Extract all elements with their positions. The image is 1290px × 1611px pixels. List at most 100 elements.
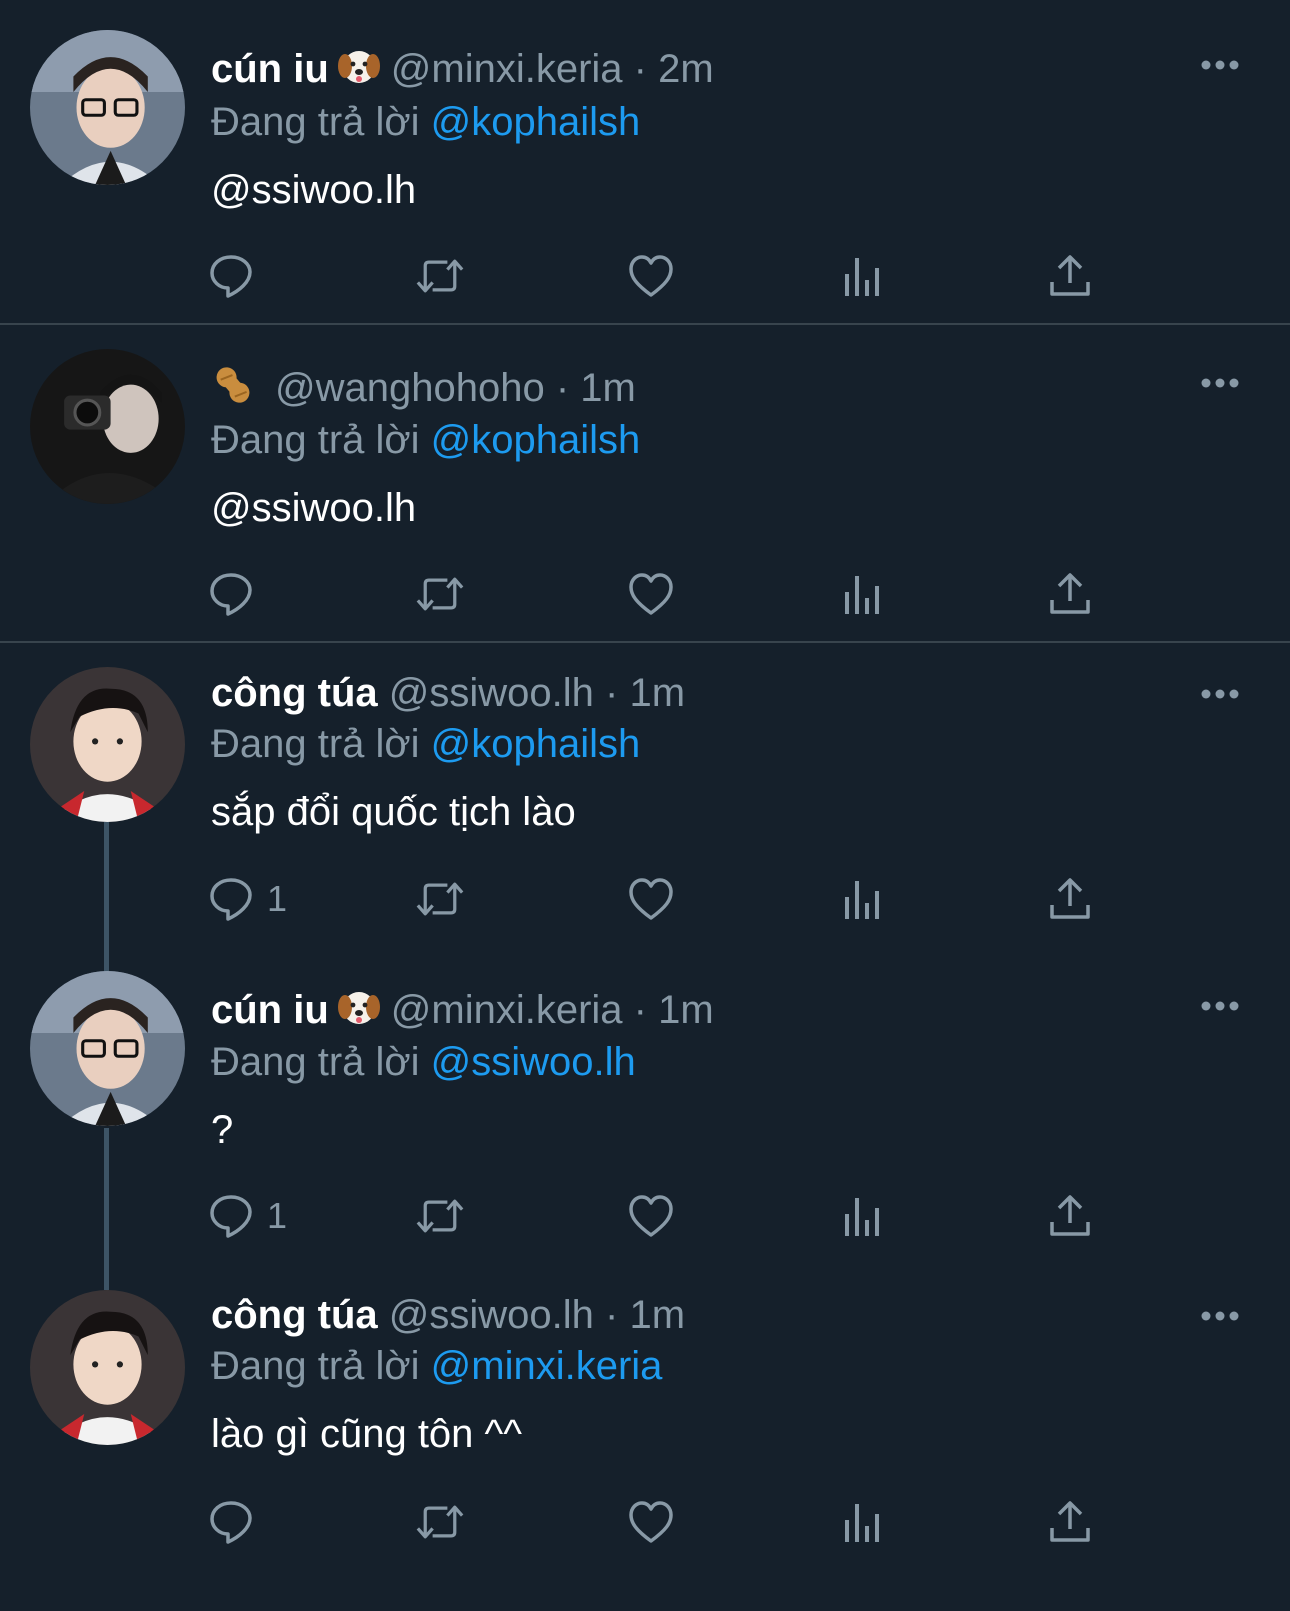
like-button[interactable] xyxy=(627,874,675,924)
share-icon xyxy=(1050,1195,1090,1236)
separator-dot: · xyxy=(605,671,619,715)
separator-dot: · xyxy=(633,47,647,92)
retweet-icon xyxy=(416,1199,464,1233)
analytics-icon xyxy=(845,258,879,296)
tweet-header: cún iu @minxi.keria · 1m xyxy=(211,985,714,1040)
share-button[interactable] xyxy=(1046,874,1094,924)
analytics-button[interactable] xyxy=(838,251,886,301)
heart-icon xyxy=(629,1501,673,1543)
display-name[interactable]: công túa xyxy=(211,1293,378,1337)
analytics-button[interactable] xyxy=(838,1191,886,1241)
heart-icon xyxy=(629,1195,673,1237)
reply-mention[interactable]: @kophailsh xyxy=(431,418,641,462)
reply-prefix: Đang trả lời xyxy=(211,418,420,462)
analytics-button[interactable] xyxy=(838,1497,886,1547)
reply-button[interactable] xyxy=(207,1497,267,1547)
share-button[interactable] xyxy=(1046,1497,1094,1547)
tweet-text[interactable]: ? xyxy=(211,1106,233,1154)
share-button[interactable] xyxy=(1046,251,1094,301)
avatar[interactable] xyxy=(30,1290,185,1445)
retweet-button[interactable] xyxy=(416,251,464,301)
like-button[interactable] xyxy=(627,1191,675,1241)
like-button[interactable] xyxy=(627,251,675,301)
reply-button[interactable] xyxy=(207,569,267,619)
heart-icon xyxy=(629,255,673,297)
reply-button[interactable]: 1 xyxy=(207,874,287,924)
retweet-icon xyxy=(416,259,464,293)
like-button[interactable] xyxy=(627,569,675,619)
reply-button[interactable] xyxy=(207,251,267,301)
tweet-text[interactable]: @ssiwoo.lh xyxy=(211,166,416,214)
analytics-icon xyxy=(845,576,879,614)
share-button[interactable] xyxy=(1046,1191,1094,1241)
avatar[interactable] xyxy=(30,349,185,504)
tweet-header: @wanghohoho · 1m xyxy=(211,363,636,418)
separator-dot: · xyxy=(633,988,647,1033)
reply-prefix: Đang trả lời xyxy=(211,722,420,766)
reply-mention[interactable]: @minxi.keria xyxy=(431,1344,663,1388)
action-bar xyxy=(0,251,1290,301)
timestamp[interactable]: 1m xyxy=(580,366,636,410)
retweet-button[interactable] xyxy=(416,1191,464,1241)
avatar[interactable] xyxy=(30,30,185,185)
retweet-button[interactable] xyxy=(416,874,464,924)
share-button[interactable] xyxy=(1046,569,1094,619)
separator-dot: · xyxy=(555,366,570,411)
handle[interactable]: @minxi.keria xyxy=(391,988,623,1032)
separator-dot: · xyxy=(605,1293,619,1337)
more-options-icon[interactable] xyxy=(1200,377,1240,389)
display-name[interactable]: cún iu xyxy=(211,47,329,91)
retweet-button[interactable] xyxy=(416,569,464,619)
handle[interactable]: @minxi.keria xyxy=(391,47,623,91)
share-icon xyxy=(1050,1501,1090,1542)
analytics-icon xyxy=(845,1198,879,1236)
more-options-icon[interactable] xyxy=(1200,1310,1240,1322)
more-options-icon[interactable] xyxy=(1200,688,1240,700)
tweet-header: công túa @ssiwoo.lh · 1m xyxy=(211,669,685,717)
reply-mention[interactable]: @ssiwoo.lh xyxy=(431,1040,636,1084)
tweet-text[interactable]: @ssiwoo.lh xyxy=(211,484,416,532)
handle[interactable]: @ssiwoo.lh xyxy=(389,671,594,715)
tweet-text[interactable]: lào gì cũng tôn ^^ xyxy=(211,1410,522,1458)
tweet-header: cún iu @minxi.keria · 2m xyxy=(211,44,714,99)
reply-button[interactable]: 1 xyxy=(207,1191,287,1241)
timestamp[interactable]: 1m xyxy=(630,671,686,715)
display-name[interactable]: cún iu xyxy=(211,988,329,1032)
avatar[interactable] xyxy=(30,971,185,1126)
tweet-divider xyxy=(0,641,1290,643)
timestamp[interactable]: 1m xyxy=(630,1293,686,1337)
action-bar xyxy=(0,569,1290,619)
analytics-icon xyxy=(845,1504,879,1542)
reply-context: Đang trả lời @kophailsh xyxy=(211,98,640,146)
reply-mention[interactable]: @kophailsh xyxy=(431,722,641,766)
like-button[interactable] xyxy=(627,1497,675,1547)
timestamp[interactable]: 1m xyxy=(658,988,714,1032)
more-options-icon[interactable] xyxy=(1200,59,1240,71)
analytics-button[interactable] xyxy=(838,874,886,924)
reply-icon xyxy=(210,1195,252,1238)
retweet-icon xyxy=(416,577,464,611)
reply-icon xyxy=(210,1501,252,1544)
retweet-icon xyxy=(416,882,464,916)
reply-mention[interactable]: @kophailsh xyxy=(431,100,641,144)
heart-icon xyxy=(629,878,673,920)
reply-icon xyxy=(210,878,252,921)
handle[interactable]: @ssiwoo.lh xyxy=(389,1293,594,1337)
retweet-button[interactable] xyxy=(416,1497,464,1547)
reply-icon xyxy=(210,255,252,298)
avatar[interactable] xyxy=(30,667,185,822)
timestamp[interactable]: 2m xyxy=(658,47,714,91)
heart-icon xyxy=(629,573,673,615)
display-name[interactable]: công túa xyxy=(211,671,378,715)
action-bar: 1 xyxy=(0,874,1290,924)
reply-icon xyxy=(210,573,252,616)
share-icon xyxy=(1050,255,1090,296)
reply-prefix: Đang trả lời xyxy=(211,100,420,144)
tweet-header: công túa @ssiwoo.lh · 1m xyxy=(211,1291,685,1339)
reply-context: Đang trả lời @ssiwoo.lh xyxy=(211,1038,636,1086)
more-options-icon[interactable] xyxy=(1200,1000,1240,1012)
tweet-text[interactable]: sắp đổi quốc tịch lào xyxy=(211,788,576,836)
handle[interactable]: @wanghohoho xyxy=(275,366,545,410)
share-icon xyxy=(1050,878,1090,919)
analytics-button[interactable] xyxy=(838,569,886,619)
